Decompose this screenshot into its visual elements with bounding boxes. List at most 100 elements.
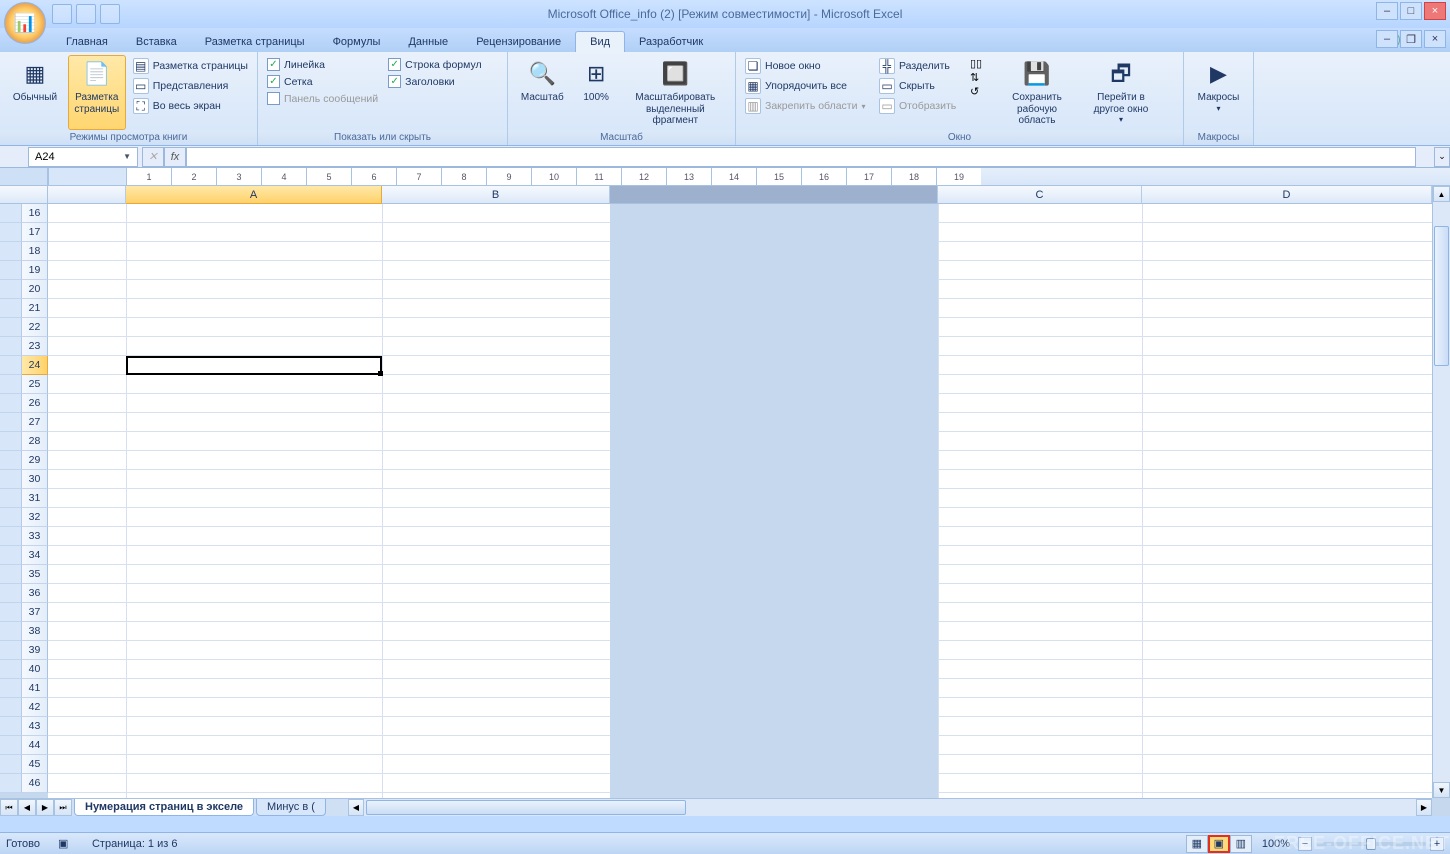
- zoom-button[interactable]: 🔍Масштаб: [514, 55, 571, 130]
- save-workspace-button[interactable]: 💾Сохранить рабочую область: [996, 55, 1078, 130]
- scroll-down-icon[interactable]: ▼: [1433, 782, 1450, 798]
- row-header[interactable]: 24: [22, 356, 48, 375]
- macros-button[interactable]: ▶Макросы▾: [1190, 55, 1247, 130]
- row-header[interactable]: 20: [22, 280, 48, 299]
- row-header[interactable]: 19: [22, 261, 48, 280]
- expand-formula-bar-button[interactable]: ⌄: [1434, 147, 1450, 167]
- freeze-panes-button[interactable]: ▥Закрепить области ▾: [742, 97, 872, 115]
- row-header[interactable]: 21: [22, 299, 48, 318]
- row-header[interactable]: 34: [22, 546, 48, 565]
- scroll-thumb[interactable]: [1434, 226, 1449, 366]
- custom-views-button[interactable]: ▭Представления: [130, 77, 251, 95]
- row-header[interactable]: 32: [22, 508, 48, 527]
- gridlines-checkbox[interactable]: ✓Сетка: [264, 74, 381, 89]
- row-header[interactable]: 30: [22, 470, 48, 489]
- sheet-nav-last[interactable]: ⏭: [54, 799, 72, 816]
- workbook-restore-button[interactable]: ❐: [1400, 30, 1422, 48]
- sync-scroll-icon[interactable]: ⇅: [970, 71, 992, 84]
- row-header[interactable]: 38: [22, 622, 48, 641]
- view-page-break-icon[interactable]: ▥: [1230, 835, 1252, 853]
- switch-windows-button[interactable]: 🗗Перейти в другое окно ▾: [1082, 55, 1160, 130]
- row-header[interactable]: 26: [22, 394, 48, 413]
- row-header[interactable]: 45: [22, 755, 48, 774]
- column-header-b[interactable]: B: [382, 186, 610, 204]
- headings-checkbox[interactable]: ✓Заголовки: [385, 74, 484, 89]
- hide-button[interactable]: ▭Скрыть: [876, 77, 966, 95]
- full-screen-button[interactable]: ⛶Во весь экран: [130, 97, 251, 115]
- page-break-preview-button[interactable]: ▤Разметка страницы: [130, 57, 251, 75]
- split-button[interactable]: ╬Разделить: [876, 57, 966, 75]
- row-header[interactable]: 33: [22, 527, 48, 546]
- scroll-right-icon[interactable]: ▶: [1416, 799, 1432, 816]
- arrange-all-button[interactable]: ▦Упорядочить все: [742, 77, 872, 95]
- formula-input[interactable]: [186, 147, 1416, 167]
- sheet-nav-prev[interactable]: ◀: [18, 799, 36, 816]
- workbook-minimize-button[interactable]: –: [1376, 30, 1398, 48]
- horizontal-ruler[interactable]: 1 2 3 4 5 6 7 8 9 10 11 12 13 14 15 16 1…: [0, 168, 1450, 186]
- row-header[interactable]: 22: [22, 318, 48, 337]
- new-window-button[interactable]: ❏Новое окно: [742, 57, 872, 75]
- scroll-left-icon[interactable]: ◀: [348, 799, 364, 816]
- tab-view[interactable]: Вид: [575, 31, 625, 52]
- office-button[interactable]: 📊: [4, 2, 46, 44]
- sheet-tab[interactable]: Минус в (: [256, 799, 326, 816]
- reset-pos-icon[interactable]: ↺: [970, 85, 992, 98]
- row-header[interactable]: 43: [22, 717, 48, 736]
- vertical-scrollbar[interactable]: ▲ ▼: [1432, 186, 1450, 798]
- zoom-slider[interactable]: [1316, 842, 1426, 846]
- row-header[interactable]: 40: [22, 660, 48, 679]
- row-header[interactable]: 28: [22, 432, 48, 451]
- cancel-formula-button[interactable]: ✕: [142, 147, 164, 167]
- row-header[interactable]: 23: [22, 337, 48, 356]
- row-header[interactable]: 31: [22, 489, 48, 508]
- tab-page-layout[interactable]: Разметка страницы: [191, 32, 319, 52]
- minimize-button[interactable]: –: [1376, 2, 1398, 20]
- zoom-slider-thumb[interactable]: [1366, 838, 1376, 850]
- close-button[interactable]: ×: [1424, 2, 1446, 20]
- zoom-100-button[interactable]: ⊞100%: [575, 55, 618, 130]
- view-normal-icon[interactable]: ▦: [1186, 835, 1208, 853]
- name-box[interactable]: A24▼: [28, 147, 138, 167]
- sheet-nav-next[interactable]: ▶: [36, 799, 54, 816]
- tab-insert[interactable]: Вставка: [122, 32, 191, 52]
- select-all-corner[interactable]: [0, 186, 48, 204]
- formula-bar-checkbox[interactable]: ✓Строка формул: [385, 57, 484, 72]
- zoom-in-button[interactable]: +: [1430, 837, 1444, 851]
- row-header[interactable]: 29: [22, 451, 48, 470]
- column-header-d[interactable]: D: [1142, 186, 1432, 204]
- row-header[interactable]: 18: [22, 242, 48, 261]
- sheet-tab-active[interactable]: Нумерация страниц в экселе: [74, 799, 254, 816]
- row-header[interactable]: 37: [22, 603, 48, 622]
- row-header[interactable]: 39: [22, 641, 48, 660]
- view-page-layout-button[interactable]: 📄Разметка страницы: [68, 55, 126, 130]
- tab-review[interactable]: Рецензирование: [462, 32, 575, 52]
- row-header[interactable]: 25: [22, 375, 48, 394]
- column-header-a[interactable]: A: [126, 186, 382, 204]
- column-header-c[interactable]: C: [938, 186, 1142, 204]
- tab-developer[interactable]: Разработчик: [625, 32, 717, 52]
- tab-data[interactable]: Данные: [394, 32, 462, 52]
- scroll-thumb[interactable]: [366, 800, 686, 815]
- tab-home[interactable]: Главная: [52, 32, 122, 52]
- ruler-checkbox[interactable]: ✓Линейка: [264, 57, 381, 72]
- qat-save-icon[interactable]: [52, 4, 72, 24]
- horizontal-scrollbar[interactable]: ◀ ▶: [348, 798, 1432, 816]
- zoom-out-button[interactable]: −: [1298, 837, 1312, 851]
- selected-cell[interactable]: [126, 356, 382, 375]
- cells[interactable]: [48, 204, 1432, 798]
- zoom-level[interactable]: 100%: [1262, 838, 1290, 850]
- row-header[interactable]: 27: [22, 413, 48, 432]
- row-header[interactable]: 42: [22, 698, 48, 717]
- row-header[interactable]: 41: [22, 679, 48, 698]
- row-header[interactable]: 16: [22, 204, 48, 223]
- tab-formulas[interactable]: Формулы: [319, 32, 395, 52]
- workbook-close-button[interactable]: ×: [1424, 30, 1446, 48]
- macro-record-icon[interactable]: ▣: [58, 837, 74, 851]
- row-header[interactable]: 35: [22, 565, 48, 584]
- view-normal-button[interactable]: ▦Обычный: [6, 55, 64, 130]
- chevron-down-icon[interactable]: ▼: [123, 152, 131, 161]
- zoom-selection-button[interactable]: 🔲Масштабировать выделенный фрагмент: [622, 55, 729, 130]
- maximize-button[interactable]: □: [1400, 2, 1422, 20]
- side-by-side-icon[interactable]: ▯▯: [970, 57, 992, 70]
- sheet-nav-first[interactable]: ⏮: [0, 799, 18, 816]
